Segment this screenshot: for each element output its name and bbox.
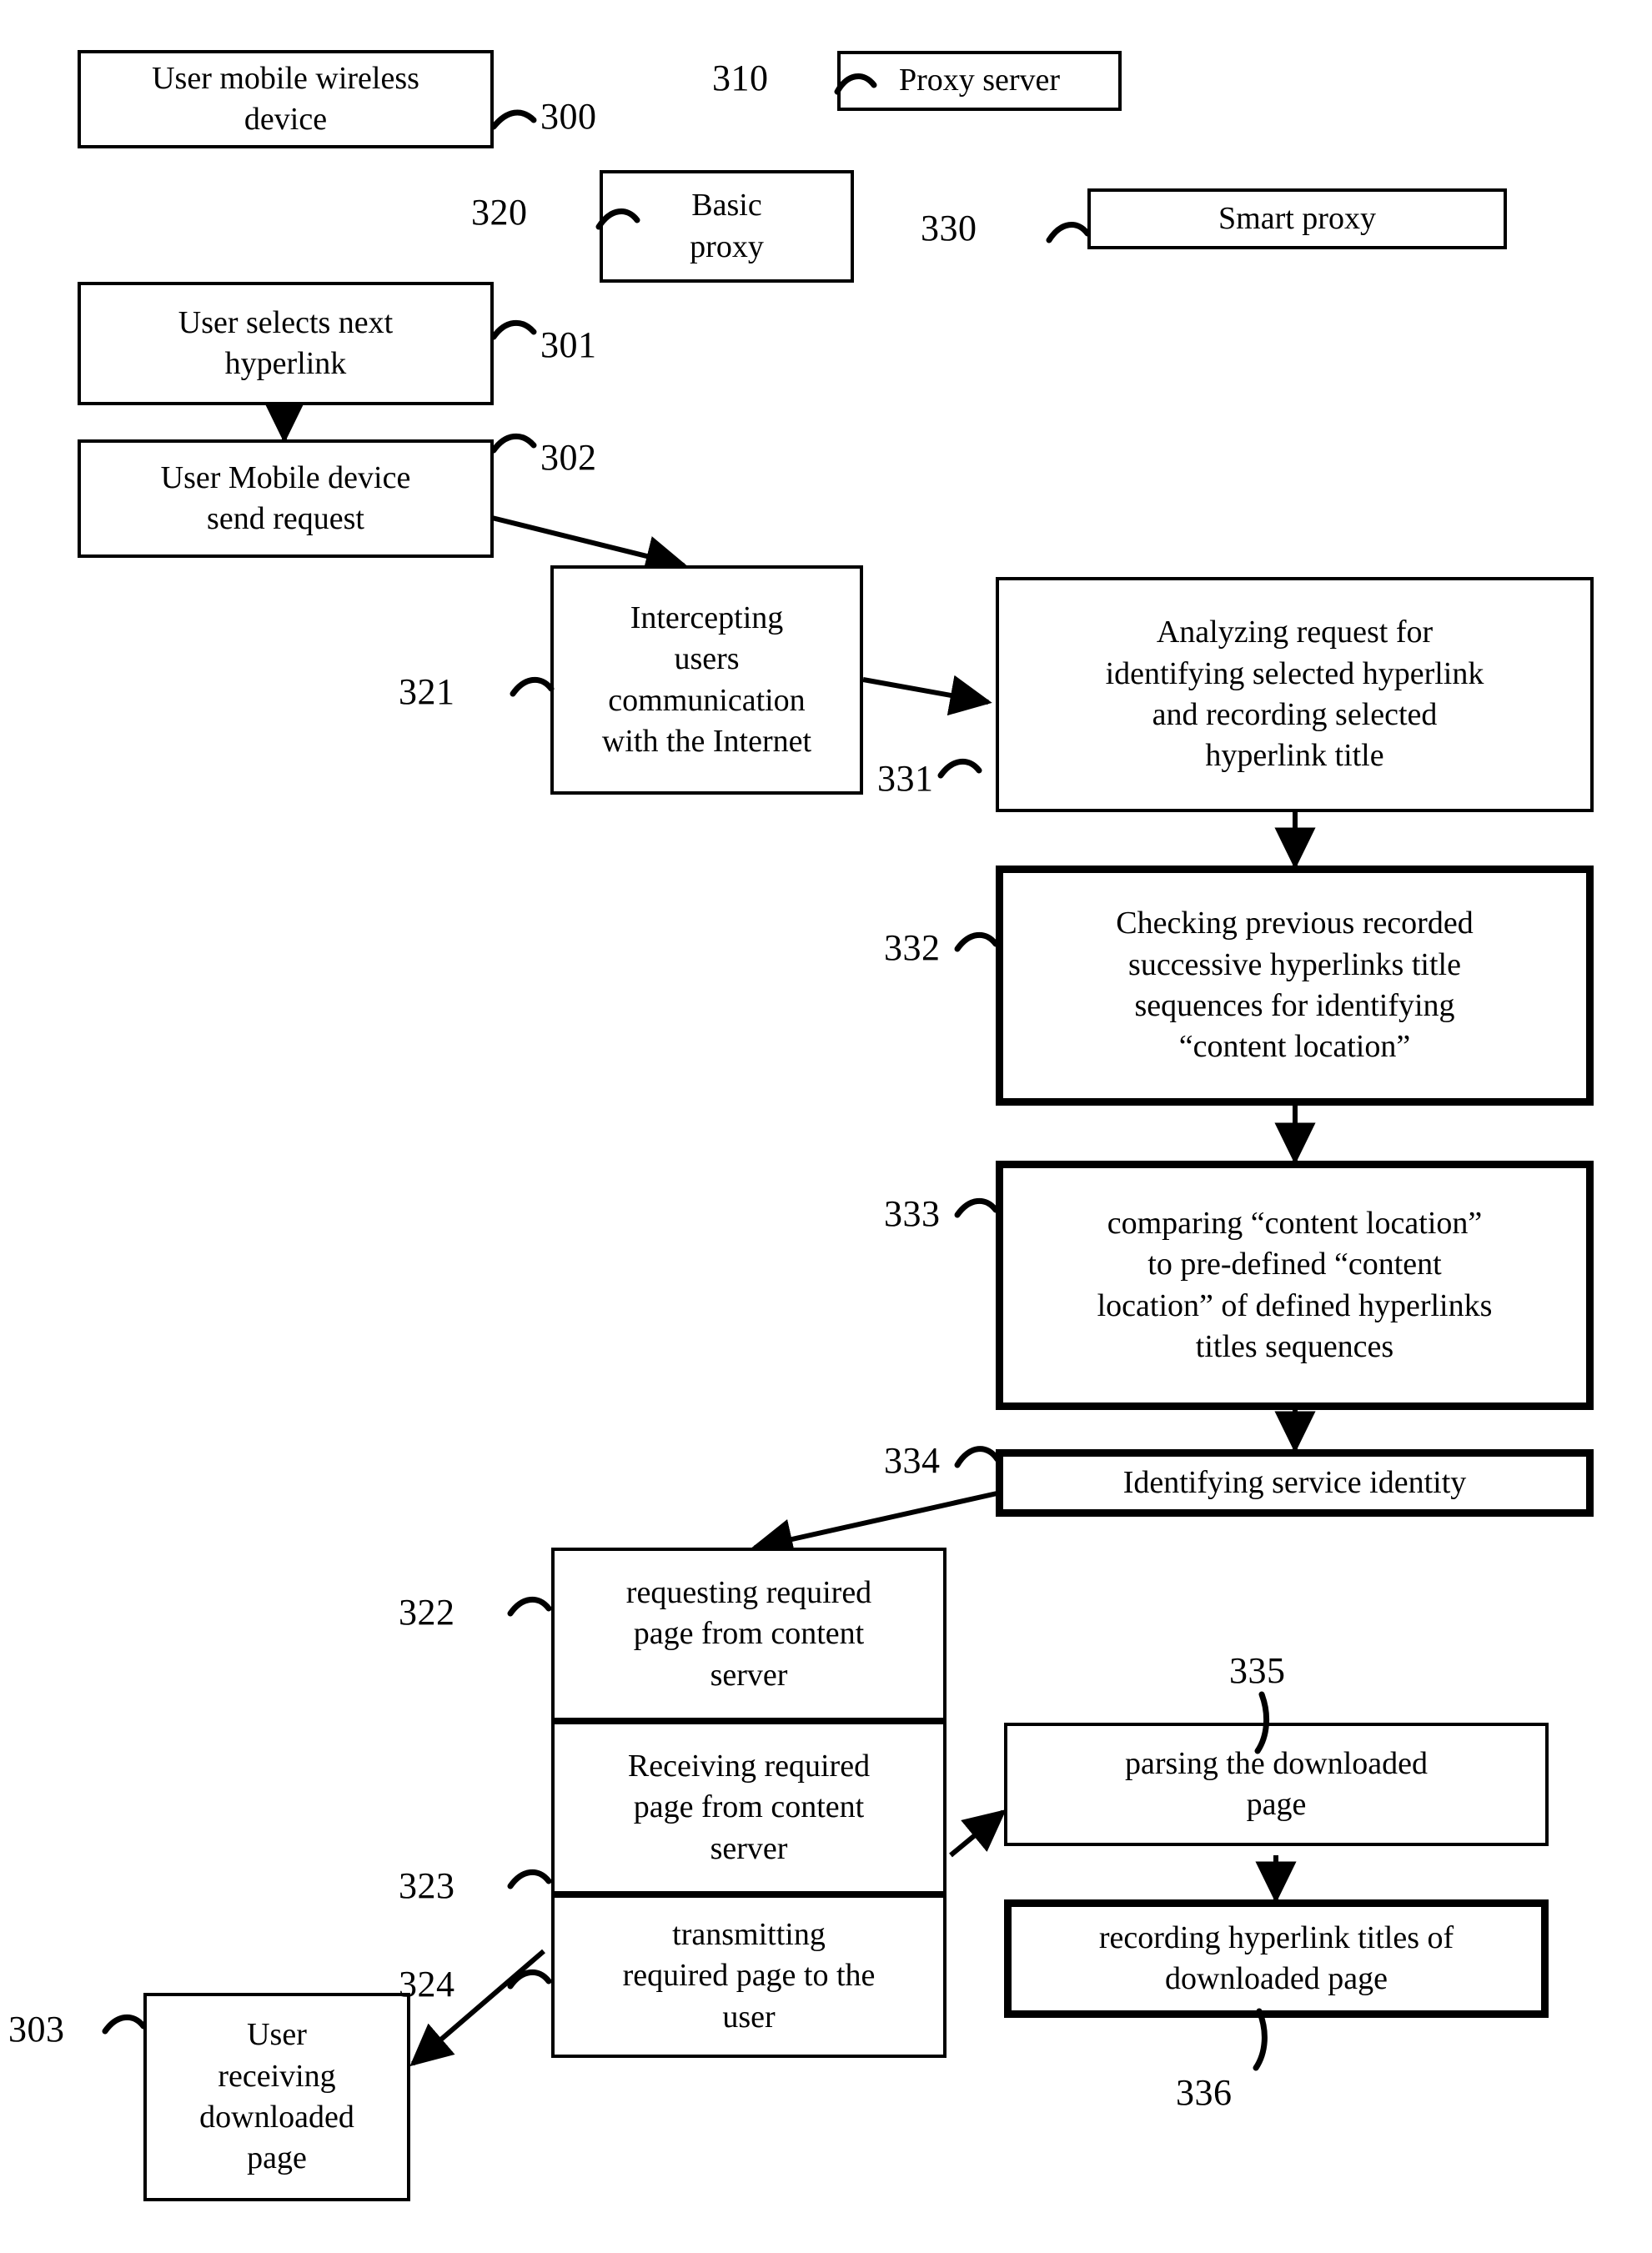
ref-numeral-333: 333 [884,1193,941,1234]
block-intercepting-users-communication[interactable]: Intercepting users communication with th… [550,565,863,795]
block-transmitting-required-page[interactable]: transmitting required page to the user [551,1894,947,2058]
leader-336 [1253,2008,1268,2071]
ref-numeral-331: 331 [877,758,934,799]
leader-302 [490,433,537,454]
block-user-mobile-device-send-request[interactable]: User Mobile device send request [78,439,494,558]
leader-331 [937,758,982,779]
ref-numeral-300: 300 [540,96,597,137]
block-user-receiving-downloaded-page[interactable]: User receiving downloaded page [143,1993,410,2201]
block-label: Basic proxy [690,188,764,264]
block-receiving-required-page[interactable]: Receiving required page from content ser… [551,1721,947,1894]
block-label: User selects next hyperlink [178,304,394,381]
arrow-321-331 [862,675,992,716]
block-parsing-downloaded-page[interactable]: parsing the downloaded page [1004,1723,1549,1846]
block-comparing-content-location[interactable]: comparing “content location” to pre-defi… [996,1161,1594,1410]
block-label: Checking previous recorded successive hy… [1116,906,1474,1065]
leader-324 [507,1969,552,1990]
ref-numeral-322: 322 [399,1592,455,1633]
block-label: parsing the downloaded page [1124,1745,1429,1822]
ref-numeral-335: 335 [1229,1650,1286,1691]
block-proxy-server[interactable]: Proxy server [837,51,1122,111]
block-label: Smart proxy [1218,200,1376,236]
block-analyzing-request[interactable]: Analyzing request for identifying select… [996,577,1594,812]
block-user-selects-next-hyperlink[interactable]: User selects next hyperlink [78,282,494,405]
block-label: Analyzing request for identifying select… [1105,615,1484,774]
block-label: transmitting required page to the user [622,1916,876,2035]
ref-numeral-330: 330 [921,208,977,248]
leader-303 [102,2014,147,2035]
leader-321 [510,676,555,697]
block-identifying-service-identity[interactable]: Identifying service identity [996,1449,1594,1517]
block-basic-proxy[interactable]: Basic proxy [600,170,854,283]
ref-numeral-302: 302 [540,437,597,478]
arrow-323-335 [949,1809,1007,1858]
arrow-302-321 [488,514,688,576]
ref-numeral-334: 334 [884,1440,941,1481]
ref-numeral-303: 303 [8,2009,65,2050]
ref-numeral-324: 324 [399,1964,455,2005]
block-smart-proxy[interactable]: Smart proxy [1087,188,1507,249]
block-label: Proxy server [898,63,1061,98]
leader-300 [490,109,537,130]
leader-330 [1046,222,1091,243]
block-label: User mobile wireless device [152,60,419,137]
ref-numeral-336: 336 [1176,2072,1233,2113]
leader-301 [490,319,537,340]
leader-332 [954,931,999,952]
ref-numeral-310: 310 [712,58,769,98]
arrow-334-322 [751,1490,1002,1560]
block-checking-previous-recorded-sequences[interactable]: Checking previous recorded successive hy… [996,866,1594,1106]
ref-numeral-332: 332 [884,927,941,968]
leader-322 [507,1596,552,1617]
ref-numeral-321: 321 [399,671,455,712]
block-label: User receiving downloaded page [199,2017,354,2176]
block-user-mobile-wireless-device[interactable]: User mobile wireless device [78,50,494,148]
block-label: recording hyperlink titles of downloaded… [1098,1919,1454,1996]
ref-numeral-301: 301 [540,324,597,365]
leader-323 [507,1869,552,1889]
ref-numeral-320: 320 [471,192,528,233]
ref-numeral-323: 323 [399,1865,455,1906]
patent-figure: User mobile wireless device 300 Proxy se… [0,0,1652,2253]
block-label: User Mobile device send request [160,459,411,536]
block-label: Receiving required page from content ser… [627,1748,871,1866]
leader-334 [954,1446,1001,1468]
block-recording-hyperlink-titles[interactable]: recording hyperlink titles of downloaded… [1004,1899,1549,2018]
block-requesting-required-page[interactable]: requesting required page from content se… [551,1548,947,1721]
block-label: comparing “content location” to pre-defi… [1097,1205,1493,1364]
leader-333 [954,1197,999,1218]
block-label: requesting required page from content se… [625,1574,872,1693]
block-label: Intercepting users communication with th… [601,600,812,759]
block-label: Identifying service identity [1122,1464,1467,1500]
